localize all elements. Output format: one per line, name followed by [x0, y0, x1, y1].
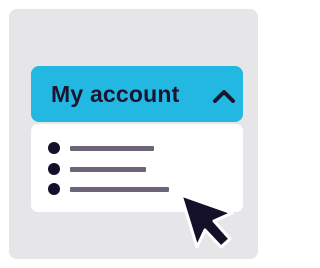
chevron-up-icon	[213, 90, 235, 103]
my-account-label: My account	[51, 80, 180, 107]
menu-item-placeholder-line	[70, 146, 154, 151]
menu-item-placeholder-line	[70, 167, 146, 172]
menu-item-placeholder-line	[70, 187, 169, 192]
bullet-icon	[48, 183, 60, 195]
bullet-icon	[48, 142, 60, 154]
bullet-icon	[48, 163, 60, 175]
my-account-dropdown-button[interactable]: My account	[31, 66, 243, 122]
mouse-pointer-icon	[179, 193, 234, 249]
